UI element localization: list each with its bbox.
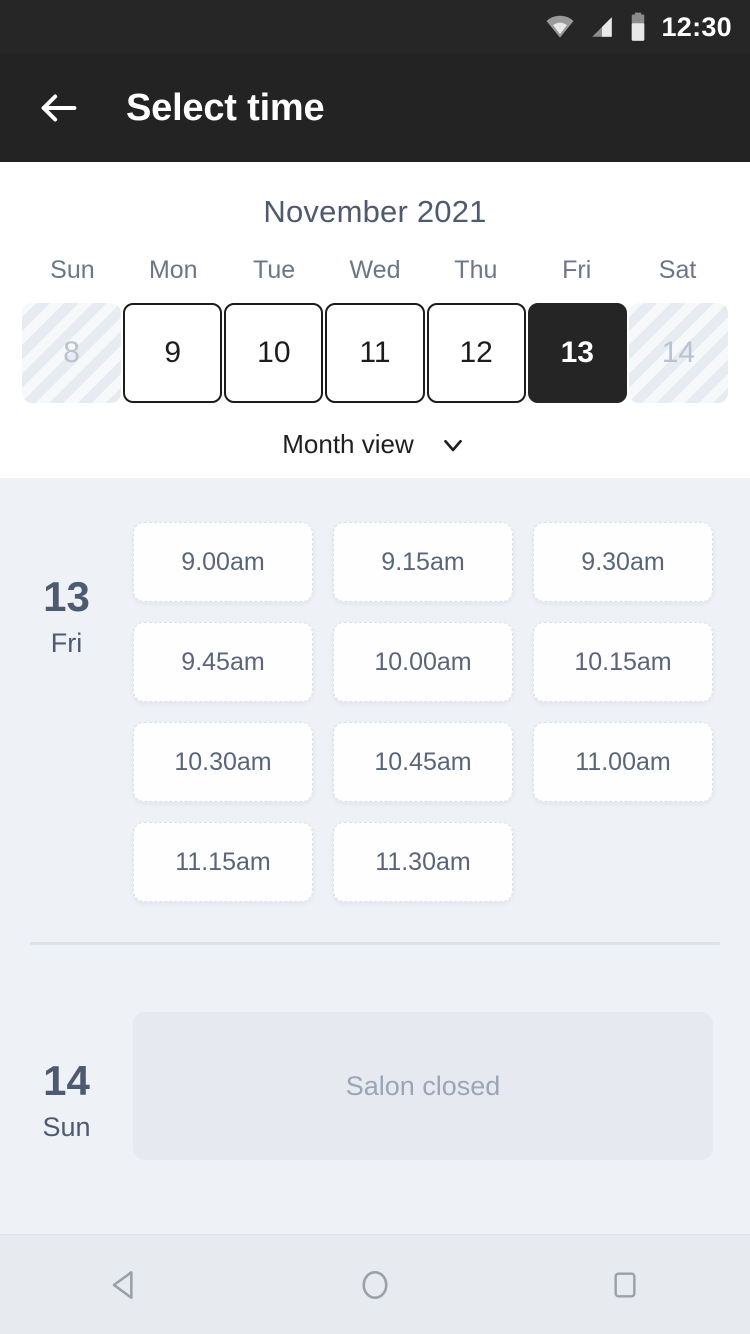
back-button[interactable] (28, 77, 90, 139)
status-bar-clock: 12:30 (661, 11, 732, 42)
day-cell-12[interactable]: 12 (426, 303, 526, 403)
time-slot[interactable]: 10.15am (533, 622, 713, 702)
day-cell-14: 14 (628, 303, 728, 403)
salon-closed-card: Salon closed (133, 1012, 713, 1160)
weekday-label-thu: Thu (454, 256, 498, 284)
weekday-label-mon: Mon (148, 256, 198, 284)
day-side-number-13: 13 (43, 573, 90, 620)
day-side-dow-14: Sun (42, 1112, 91, 1142)
time-slot[interactable]: 9.15am (333, 522, 513, 602)
android-nav-bar (0, 1234, 750, 1334)
calendar-panel: November 2021 Sun Mon Tue Wed Thu Fri Sa… (0, 162, 750, 478)
weekday-label-sun: Sun (50, 256, 95, 284)
month-label: November 2021 (263, 194, 487, 229)
day-side-number-14: 14 (43, 1057, 90, 1104)
weekday-label-sat: Sat (658, 256, 697, 284)
nav-back-icon (112, 1270, 133, 1299)
schedule-day-13: 13 Fri 9.00am 9.15am 9.30am 9.45am 10.00… (0, 478, 750, 902)
time-slot[interactable]: 9.30am (533, 522, 713, 602)
nav-back-button[interactable] (70, 1235, 180, 1334)
time-slot[interactable]: 10.00am (333, 622, 513, 702)
phone-screen: 12:30 Select time November 2021 Sun Mon … (0, 0, 750, 1334)
nav-home-button[interactable] (320, 1235, 430, 1334)
time-slot[interactable]: 9.45am (133, 622, 313, 702)
time-slot[interactable]: 10.30am (133, 722, 313, 802)
day-cell-8: 8 (22, 303, 122, 403)
time-slot[interactable]: 11.00am (533, 722, 713, 802)
day-cell-10[interactable]: 10 (224, 303, 324, 403)
chevron-down-icon (443, 439, 462, 451)
time-slot[interactable]: 11.30am (333, 822, 513, 902)
weekday-label-tue: Tue (253, 256, 296, 284)
wifi-icon (546, 15, 574, 38)
day-cell-11[interactable]: 11 (325, 303, 425, 403)
weekday-label-wed: Wed (349, 256, 401, 284)
nav-home-icon (362, 1270, 388, 1299)
weekday-label-fri: Fri (562, 256, 592, 284)
cellular-signal-icon (592, 17, 613, 37)
schedule-day-14: 14 Sun Salon closed (0, 945, 750, 1160)
battery-icon (632, 12, 645, 41)
day-cell-13[interactable]: 13 (527, 303, 627, 403)
day-side-label-14: 14 Sun (0, 1060, 133, 1143)
nav-recents-button[interactable] (570, 1235, 680, 1334)
schedule-body: 13 Fri 9.00am 9.15am 9.30am 9.45am 10.00… (0, 478, 750, 1234)
time-slot[interactable]: 10.45am (333, 722, 513, 802)
page-title: Select time (126, 86, 325, 129)
time-slot[interactable]: 11.15am (133, 822, 313, 902)
day-cell-9[interactable]: 9 (123, 303, 223, 403)
status-bar: 12:30 (0, 0, 750, 54)
app-bar: Select time (0, 54, 750, 162)
month-view-toggle[interactable]: Month view (0, 429, 750, 460)
time-slot-grid-13: 9.00am 9.15am 9.30am 9.45am 10.00am 10.1… (133, 522, 717, 902)
time-slot[interactable]: 9.00am (133, 522, 313, 602)
day-strip: 8 9 10 11 12 13 14 (22, 303, 728, 403)
day-side-dow-13: Fri (50, 628, 83, 658)
back-arrow-icon (41, 94, 77, 122)
nav-recents-icon (614, 1271, 636, 1298)
weekday-header-row: Sun Mon Tue Wed Thu Fri Sat (22, 256, 728, 285)
day-side-label-13: 13 Fri (0, 576, 133, 659)
month-view-label: Month view (282, 429, 414, 459)
